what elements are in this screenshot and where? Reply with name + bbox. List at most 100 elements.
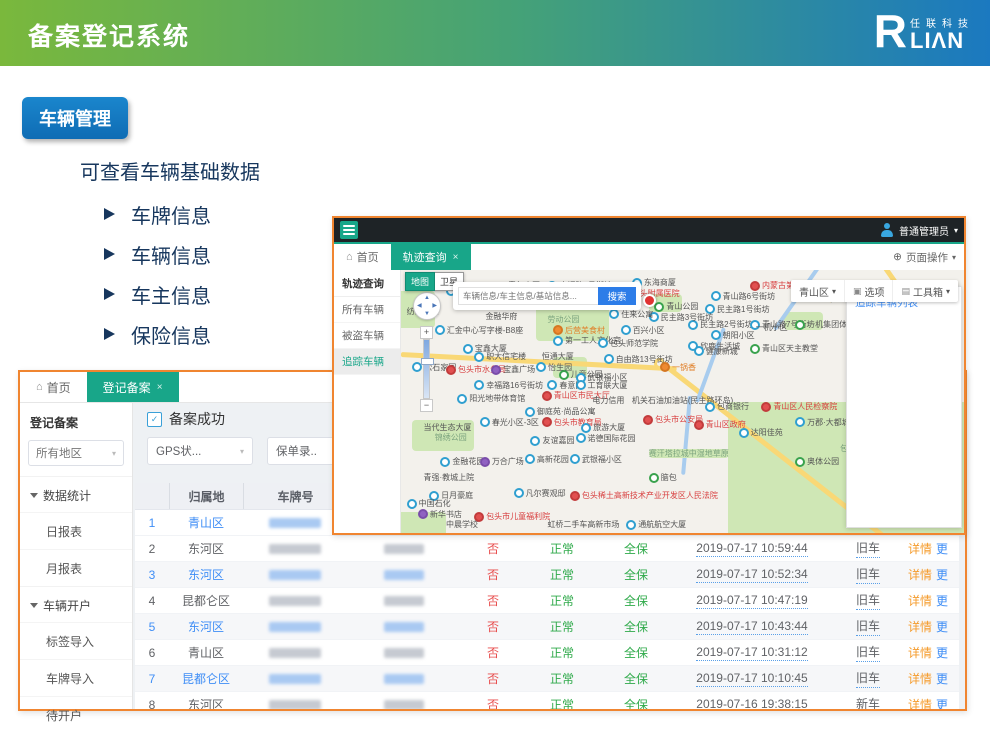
sidebar-item-monthly-report[interactable]: 月报表	[20, 549, 132, 586]
table-row[interactable]: 6 青山区 否 正常 全保 2019-07-17 10:31:12 旧车 详情更	[135, 640, 959, 666]
pan-up-icon[interactable]: ▲	[424, 295, 430, 301]
poi-marker-icon	[480, 457, 490, 467]
row-region-link[interactable]: 东河区	[169, 536, 243, 561]
row-detail-link[interactable]: 详情	[908, 592, 932, 609]
row-vehicle-type[interactable]: 旧车	[856, 669, 880, 688]
poi-marker-icon	[491, 365, 501, 375]
row-more-link[interactable]: 更	[936, 540, 948, 557]
poi-marker-icon	[649, 473, 659, 483]
row-more-link[interactable]: 更	[936, 644, 948, 661]
bullet-label: 车主信息	[131, 280, 211, 309]
row-more-link[interactable]: 更	[936, 618, 948, 635]
close-icon[interactable]: ×	[157, 382, 163, 393]
pan-right-icon[interactable]: ▶	[432, 303, 437, 309]
row-vehicle-type[interactable]: 旧车	[856, 539, 880, 558]
table-row[interactable]: 8 东河区 否 正常 全保 2019-07-16 19:38:15 新车 详情更	[135, 692, 959, 709]
row-detail-link[interactable]: 详情	[908, 618, 932, 635]
user-menu[interactable]: 普通管理员 ▾	[880, 223, 958, 238]
sidebar-item-stolen-vehicles[interactable]: 被盗车辆	[334, 323, 400, 349]
row-register-time[interactable]: 2019-07-17 10:47:19	[696, 593, 807, 609]
page-operations-menu[interactable]: ⊕ 页面操作 ▾	[893, 244, 956, 270]
pan-down-icon[interactable]: ▼	[424, 311, 430, 317]
row-detail-link[interactable]: 详情	[908, 670, 932, 687]
row-more-link[interactable]: 更	[936, 670, 948, 687]
menu-icon[interactable]	[340, 221, 358, 239]
sidebar-item-all-vehicles[interactable]: 所有车辆	[334, 297, 400, 323]
row-region-link[interactable]: 东河区	[169, 562, 243, 587]
row-vehicle-type[interactable]: 旧车	[856, 565, 880, 584]
row-gps-status: 否	[461, 536, 525, 561]
row-region-link[interactable]: 青山区	[169, 640, 243, 665]
map-poi-label: 万合广场	[480, 457, 524, 467]
row-register-time[interactable]: 2019-07-17 10:43:44	[696, 619, 807, 635]
row-vehicle-type[interactable]: 旧车	[856, 643, 880, 662]
row-region-link[interactable]: 昆都仑区	[169, 666, 243, 691]
poi-marker-icon	[711, 330, 721, 340]
row-vehicle-type[interactable]: 旧车	[856, 591, 880, 610]
row-vehicle-type[interactable]: 新车	[856, 695, 880, 709]
map-poi-label: 青山公园	[654, 302, 698, 312]
sidebar-item-tag-import[interactable]: 标签导入	[20, 622, 132, 659]
row-more-link[interactable]: 更	[936, 696, 948, 709]
zoom-handle[interactable]	[421, 358, 434, 365]
sidebar-item-pending-account[interactable]: 待开户	[20, 696, 132, 733]
sidebar-group-vehicle-account[interactable]: 车辆开户	[20, 586, 132, 622]
row-register-time[interactable]: 2019-07-16 19:38:15	[696, 697, 807, 710]
map-layer-button[interactable]: 地图	[405, 272, 435, 291]
row-register-time[interactable]: 2019-07-17 10:10:45	[696, 671, 807, 687]
sidebar-item-tracked-vehicles[interactable]: 追踪车辆	[334, 349, 400, 375]
poi-marker-icon	[570, 454, 580, 464]
table-row[interactable]: 4 昆都仑区 否 正常 全保 2019-07-17 10:47:19 旧车 详情…	[135, 588, 959, 614]
row-detail-link[interactable]: 详情	[908, 566, 932, 583]
table-row[interactable]: 5 东河区 否 正常 全保 2019-07-17 10:43:44 旧车 详情更	[135, 614, 959, 640]
table-row[interactable]: 3 东河区 否 正常 全保 2019-07-17 10:52:34 旧车 详情更	[135, 562, 959, 588]
map-canvas[interactable]: 气象局富强路十号街坊青年小区幸福路6号街坊东海商厦内蒙古第一机械医院青山路6号街…	[401, 270, 964, 533]
row-region-link[interactable]: 东河区	[169, 692, 243, 709]
row-region-link[interactable]: 东河区	[169, 614, 243, 639]
row-detail-link[interactable]: 详情	[908, 644, 932, 661]
chevron-down-icon	[30, 603, 38, 608]
sidebar-group-statistics[interactable]: 数据统计	[20, 476, 132, 512]
masked-cell	[269, 570, 321, 580]
sidebar-item-plate-import[interactable]: 车牌导入	[20, 659, 132, 696]
map-poi-label: 新华书店	[418, 509, 462, 519]
search-input[interactable]	[458, 287, 598, 305]
sidebar-item-daily-report[interactable]: 日报表	[20, 512, 132, 549]
row-vehicle-type[interactable]: 旧车	[856, 617, 880, 636]
table-row[interactable]: 2 东河区 否 正常 全保 2019-07-17 10:59:44 旧车 详情更	[135, 536, 959, 562]
district-select[interactable]: 青山区▾	[791, 280, 844, 302]
row-detail-link[interactable]: 详情	[908, 540, 932, 557]
row-gps-status: 否	[461, 614, 525, 639]
row-register-time[interactable]: 2019-07-17 10:31:12	[696, 645, 807, 661]
zoom-track[interactable]	[423, 339, 430, 399]
zoom-out-button[interactable]: −	[420, 399, 433, 412]
row-region-link[interactable]: 青山区	[169, 510, 243, 535]
map-poi-label: 友谊嘉园	[530, 436, 574, 446]
options-button[interactable]: ▣选项	[844, 280, 893, 302]
bullet-list: 车牌信息 车辆信息 车主信息 保险信息	[104, 194, 211, 354]
row-more-link[interactable]: 更	[936, 566, 948, 583]
row-more-link[interactable]: 更	[936, 592, 948, 609]
toolbox-menu[interactable]: ▤工具箱▾	[892, 280, 958, 302]
map-pan-control[interactable]: ▲ ▼ ◀ ▶	[413, 292, 441, 320]
gps-status-filter[interactable]: GPS状...▾	[147, 437, 253, 465]
zoom-in-button[interactable]: +	[420, 326, 433, 339]
table-row[interactable]: 7 昆都仑区 否 正常 全保 2019-07-17 10:10:45 旧车 详情…	[135, 666, 959, 692]
search-button[interactable]: 搜索	[598, 287, 636, 305]
row-insurance: 全保	[599, 614, 673, 639]
tab-track-query[interactable]: 轨迹查询×	[391, 244, 471, 270]
map-poi-label: 包头稀土高新技术产业开发区人民法院	[570, 491, 718, 501]
row-register-time[interactable]: 2019-07-17 10:52:34	[696, 567, 807, 583]
map-zoom-slider[interactable]: + −	[420, 326, 433, 412]
tab-home[interactable]: ⌂首页	[20, 372, 87, 402]
chevron-down-icon: ▾	[112, 449, 116, 458]
row-gps-status: 否	[461, 640, 525, 665]
row-region-link[interactable]: 昆都仑区	[169, 588, 243, 613]
row-detail-link[interactable]: 详情	[908, 696, 932, 709]
tab-home[interactable]: ⌂首页	[334, 244, 391, 270]
close-icon[interactable]: ×	[453, 252, 459, 263]
region-filter-select[interactable]: 所有地区▾	[28, 440, 124, 466]
tab-registration[interactable]: 登记备案×	[87, 372, 179, 402]
row-register-time[interactable]: 2019-07-17 10:59:44	[696, 541, 807, 557]
pan-left-icon[interactable]: ◀	[417, 303, 422, 309]
